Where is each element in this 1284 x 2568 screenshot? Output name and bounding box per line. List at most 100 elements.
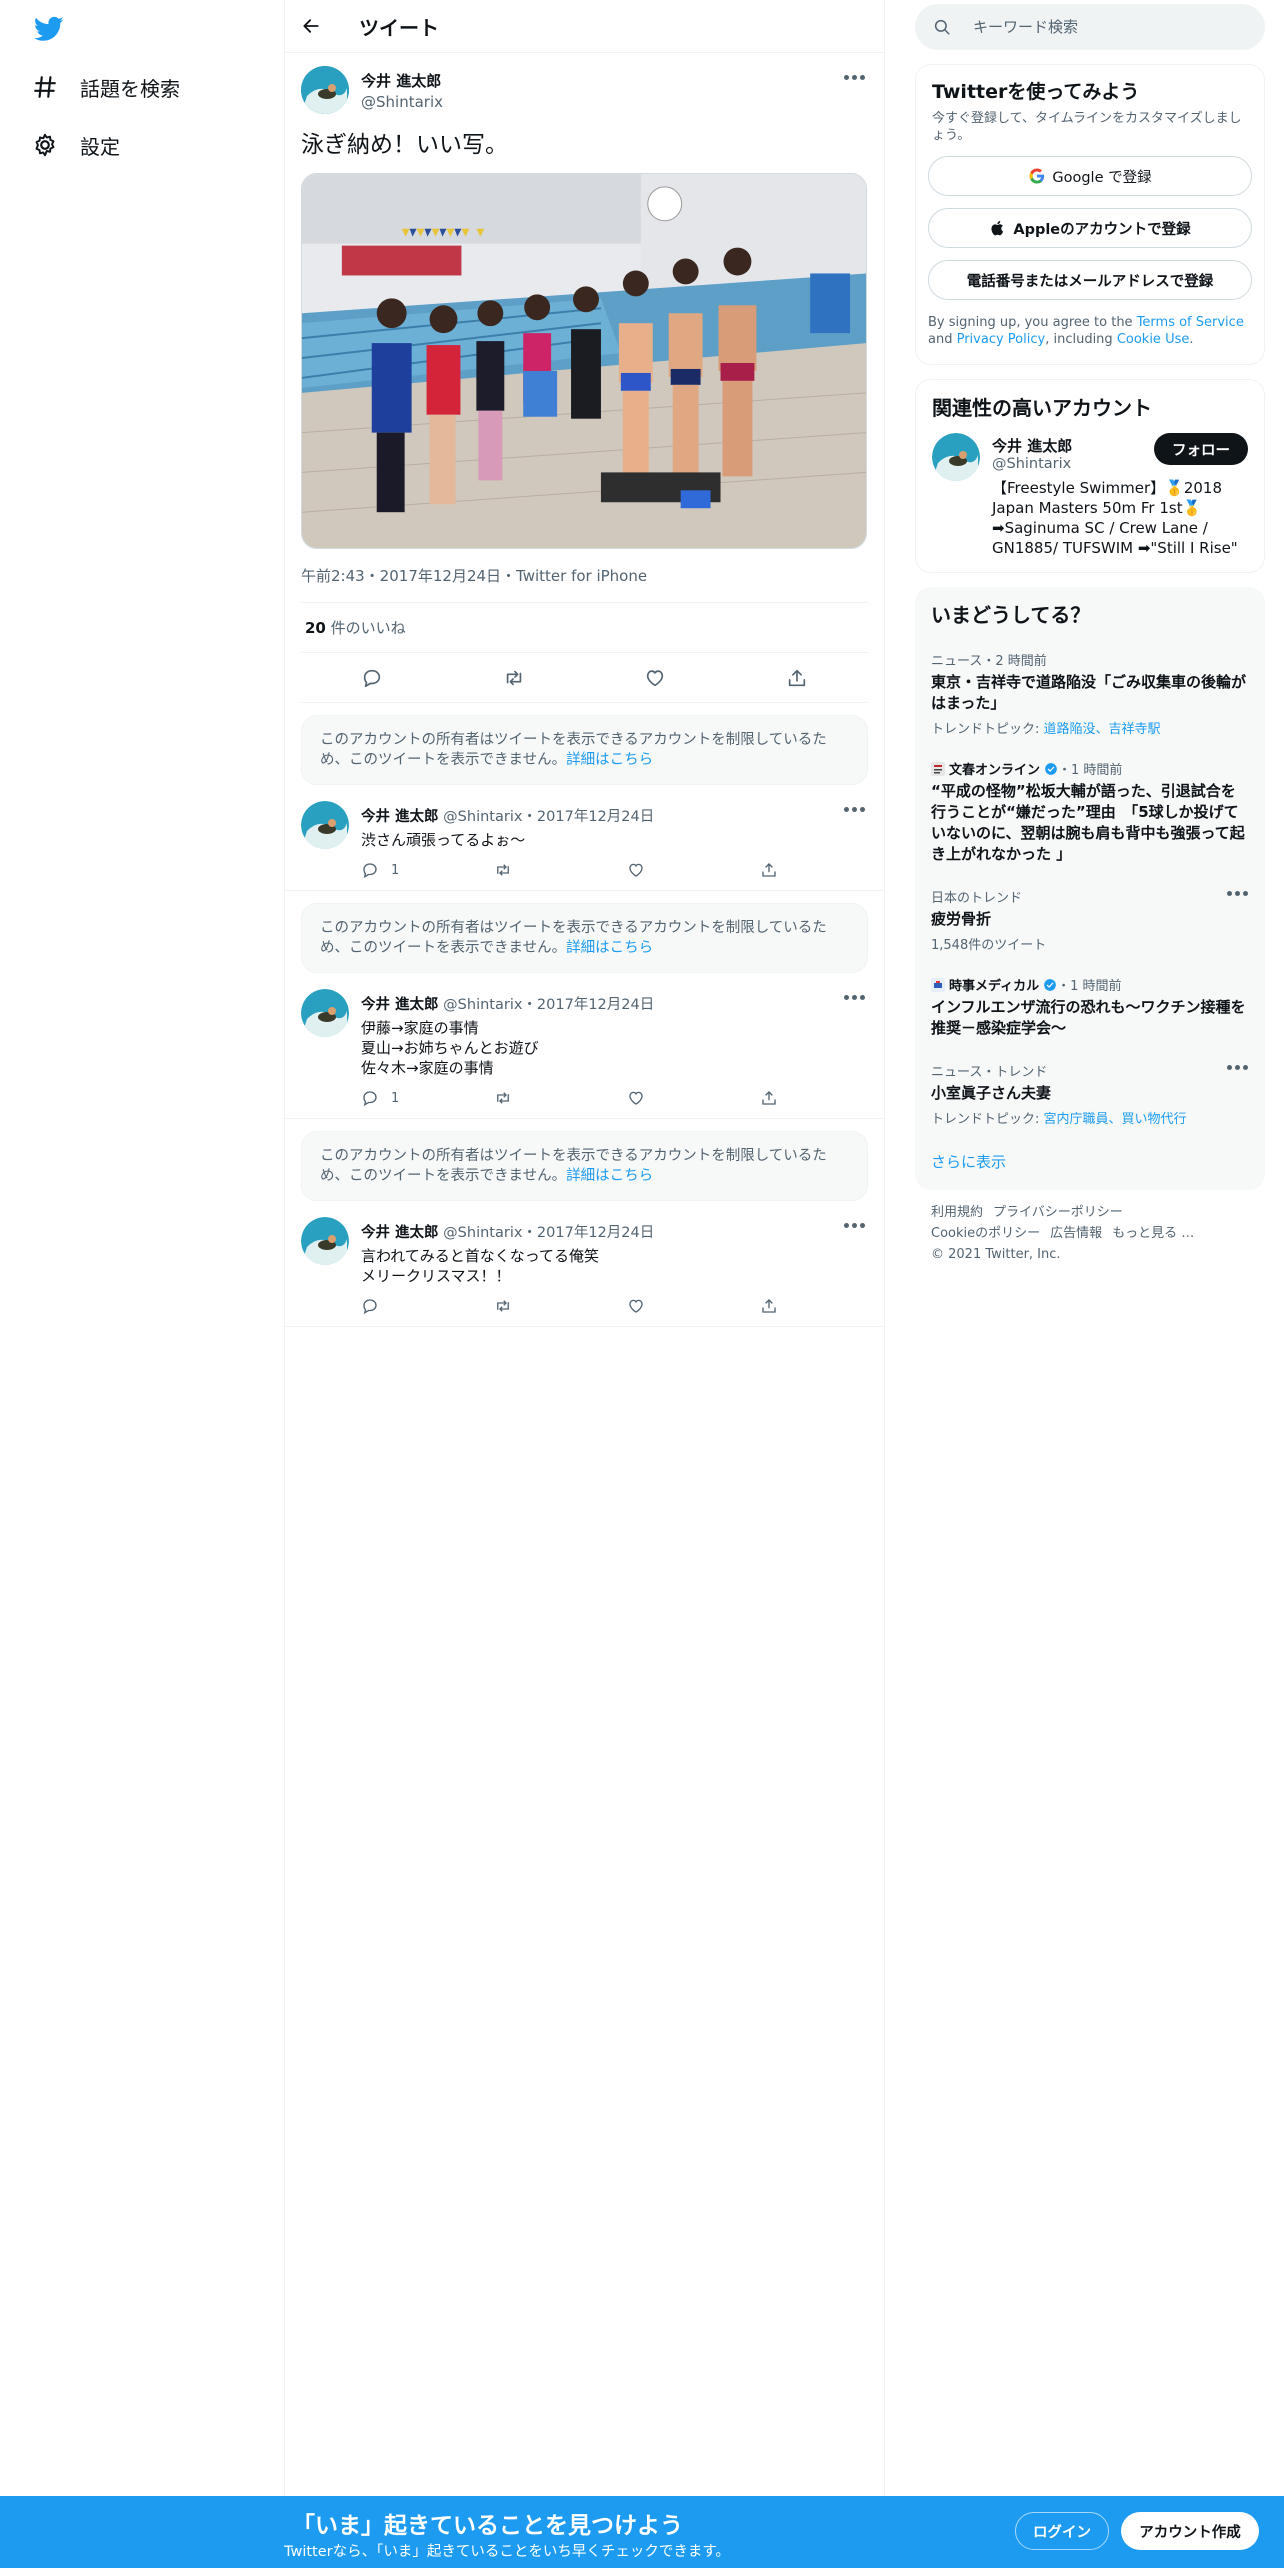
more-options-icon[interactable]	[1227, 1065, 1249, 1071]
page-title: ツイート	[359, 15, 439, 40]
trend-item[interactable]: 時事メディカル ・1 時間前 インフルエンザ流行の恐れも～ワクチン接種を推奨－感…	[915, 965, 1265, 1051]
reply-handle-date[interactable]: @Shintarix・2017年12月24日	[443, 997, 654, 1013]
phone-email-signup-button[interactable]: 電話番号またはメールアドレスで登録	[928, 260, 1252, 300]
tweet-photo[interactable]	[301, 173, 867, 549]
tweet-actions	[301, 653, 868, 703]
show-more-link[interactable]: さらに表示	[915, 1139, 1265, 1190]
news-source-icon	[931, 977, 945, 992]
heart-icon[interactable]	[644, 667, 666, 689]
reply-author-name[interactable]: 今井 進太郎	[361, 997, 439, 1013]
more-options-icon[interactable]	[844, 1223, 866, 1229]
terms-of-service-link[interactable]: Terms of Service	[1137, 315, 1244, 330]
retweet-icon[interactable]	[494, 1297, 512, 1315]
signup-subtitle: 今すぐ登録して、タイムラインをカスタマイズしましょう。	[932, 111, 1242, 143]
reply-tweet[interactable]: 今井 進太郎 @Shintarix・2017年12月24日 渋さん頑張ってるよぉ…	[285, 797, 884, 891]
trend-tweet-count: 1,548件のツイート	[931, 938, 1047, 953]
footer-ads-link[interactable]: 広告情報	[1050, 1226, 1102, 1241]
trend-title: 東京・吉祥寺で道路陥没「ごみ収集車の後輪がはまった」	[931, 673, 1247, 712]
reply-icon[interactable]	[361, 667, 383, 689]
create-account-button[interactable]: アカウント作成	[1121, 2512, 1259, 2550]
search-box[interactable]	[915, 4, 1265, 50]
reply-author-name[interactable]: 今井 進太郎	[361, 1225, 439, 1241]
author-handle[interactable]: @Shintarix	[361, 93, 443, 111]
verified-badge-icon	[1044, 978, 1056, 991]
twitter-bird-icon[interactable]	[32, 14, 66, 44]
apple-signup-button[interactable]: Appleのアカウントで登録	[928, 208, 1252, 248]
learn-more-link[interactable]: 詳細はこちら	[566, 752, 653, 768]
reply-icon[interactable]	[361, 1089, 379, 1107]
trend-item[interactable]: ニュース・2 時間前 東京・吉祥寺で道路陥没「ごみ収集車の後輪がはまった」 トレ…	[915, 640, 1265, 749]
avatar[interactable]	[301, 66, 349, 114]
more-options-icon[interactable]	[844, 807, 866, 813]
reply-tweet[interactable]: 今井 進太郎 @Shintarix・2017年12月24日 言われてみると首なく…	[285, 1213, 884, 1327]
avatar[interactable]	[301, 989, 349, 1037]
heart-icon[interactable]	[627, 861, 645, 879]
more-options-icon[interactable]	[844, 995, 866, 1001]
footer-privacy-link[interactable]: プライバシーポリシー	[993, 1205, 1123, 1220]
share-icon[interactable]	[760, 1297, 778, 1315]
share-icon[interactable]	[786, 667, 808, 689]
reply-handle-date[interactable]: @Shintarix・2017年12月24日	[443, 809, 654, 825]
more-options-icon[interactable]	[844, 75, 866, 81]
login-button[interactable]: ログイン	[1015, 2512, 1109, 2550]
trend-topics-links[interactable]: 宮内庁職員、買い物代行	[1044, 1112, 1187, 1127]
apple-signup-label: Appleのアカウントで登録	[1013, 221, 1191, 238]
terms-end: .	[1189, 332, 1194, 347]
reply-tweet[interactable]: 今井 進太郎 @Shintarix・2017年12月24日 伊藤→家庭の事情 夏…	[285, 985, 884, 1119]
retweet-icon[interactable]	[503, 667, 525, 689]
follow-button[interactable]: フォロー	[1154, 433, 1248, 465]
heart-icon[interactable]	[627, 1089, 645, 1107]
google-signup-button[interactable]: Google で登録	[928, 156, 1252, 196]
left-navigation: 話題を検索 設定	[0, 0, 285, 2496]
retweet-icon[interactable]	[494, 861, 512, 879]
author-name[interactable]: 今井 進太郎	[361, 70, 443, 91]
focal-tweet: 今井 進太郎 @Shintarix 泳ぎ納め！いい写。 午前2:43・2017年…	[285, 53, 884, 703]
avatar[interactable]	[301, 801, 349, 849]
footer-terms-link[interactable]: 利用規約	[931, 1205, 983, 1220]
more-options-icon[interactable]	[1227, 891, 1249, 897]
footer-cookie-link[interactable]: Cookieのポリシー	[931, 1226, 1040, 1241]
news-source-name: 時事メディカル	[949, 979, 1040, 994]
trend-topics: トレンドトピック: 道路陥没、吉祥寺駅	[931, 718, 1249, 737]
news-source-name: 文春オンライン	[949, 763, 1041, 778]
page-header: ツイート	[285, 0, 884, 53]
apple-icon	[991, 220, 1004, 236]
tweet-timestamp[interactable]: 午前2:43・2017年12月24日・Twitter for iPhone	[301, 565, 868, 603]
reply-handle-date[interactable]: @Shintarix・2017年12月24日	[443, 1225, 654, 1241]
trend-topics-links[interactable]: 道路陥没、吉祥寺駅	[1044, 722, 1161, 737]
likes-count[interactable]: 20 件のいいね	[301, 603, 868, 653]
reply-icon[interactable]	[361, 1297, 379, 1315]
search-input[interactable]	[973, 18, 1213, 36]
restricted-tweet-notice: このアカウントの所有者はツイートを表示できるアカウントを制限しているため、このツ…	[301, 715, 868, 785]
trend-meta: ニュース・トレンド	[931, 1065, 1048, 1080]
avatar[interactable]	[932, 433, 980, 481]
retweet-icon[interactable]	[494, 1089, 512, 1107]
search-icon	[934, 19, 950, 35]
relevant-account[interactable]: 今井 進太郎 @Shintarix 【Freestyle Swimmer】🥇20…	[916, 433, 1264, 572]
nav-settings-label: 設定	[80, 134, 120, 159]
reply-text-line: メリークリスマス！！	[361, 1267, 511, 1285]
learn-more-link[interactable]: 詳細はこちら	[566, 1168, 653, 1184]
share-icon[interactable]	[760, 1089, 778, 1107]
share-icon[interactable]	[760, 861, 778, 879]
privacy-policy-link[interactable]: Privacy Policy	[957, 332, 1046, 347]
nav-explore[interactable]: 話題を検索	[32, 62, 180, 112]
trend-item[interactable]: 文春オンライン ・1 時間前 “平成の怪物”松坂大輔が語った、引退試合を行うこと…	[915, 749, 1265, 877]
nav-settings[interactable]: 設定	[32, 120, 120, 170]
reply-author-name[interactable]: 今井 進太郎	[361, 809, 439, 825]
reply-icon[interactable]	[361, 861, 379, 879]
restricted-tweet-notice: このアカウントの所有者はツイートを表示できるアカウントを制限しているため、このツ…	[301, 1131, 868, 1201]
phone-email-signup-label: 電話番号またはメールアドレスで登録	[966, 273, 1214, 290]
arrow-left-icon[interactable]	[301, 16, 321, 36]
trend-item[interactable]: 日本のトレンド 疲労骨折 1,548件のツイート	[915, 877, 1265, 965]
cookie-use-link[interactable]: Cookie Use	[1117, 332, 1190, 347]
news-time: ・1 時間前	[1058, 763, 1123, 778]
trend-item[interactable]: ニュース・トレンド 小室眞子さん夫妻 トレンドトピック: 宮内庁職員、買い物代行	[915, 1051, 1265, 1139]
reply-text-line: 渋さん頑張ってるよぉ〜	[361, 831, 526, 849]
learn-more-link[interactable]: 詳細はこちら	[566, 940, 653, 956]
footer-more-link[interactable]: もっと見る …	[1112, 1226, 1194, 1241]
trend-meta: 時事メディカル ・1 時間前	[931, 975, 1249, 994]
heart-icon[interactable]	[627, 1297, 645, 1315]
avatar[interactable]	[301, 1217, 349, 1265]
signup-title: Twitterを使ってみよう	[932, 81, 1140, 103]
